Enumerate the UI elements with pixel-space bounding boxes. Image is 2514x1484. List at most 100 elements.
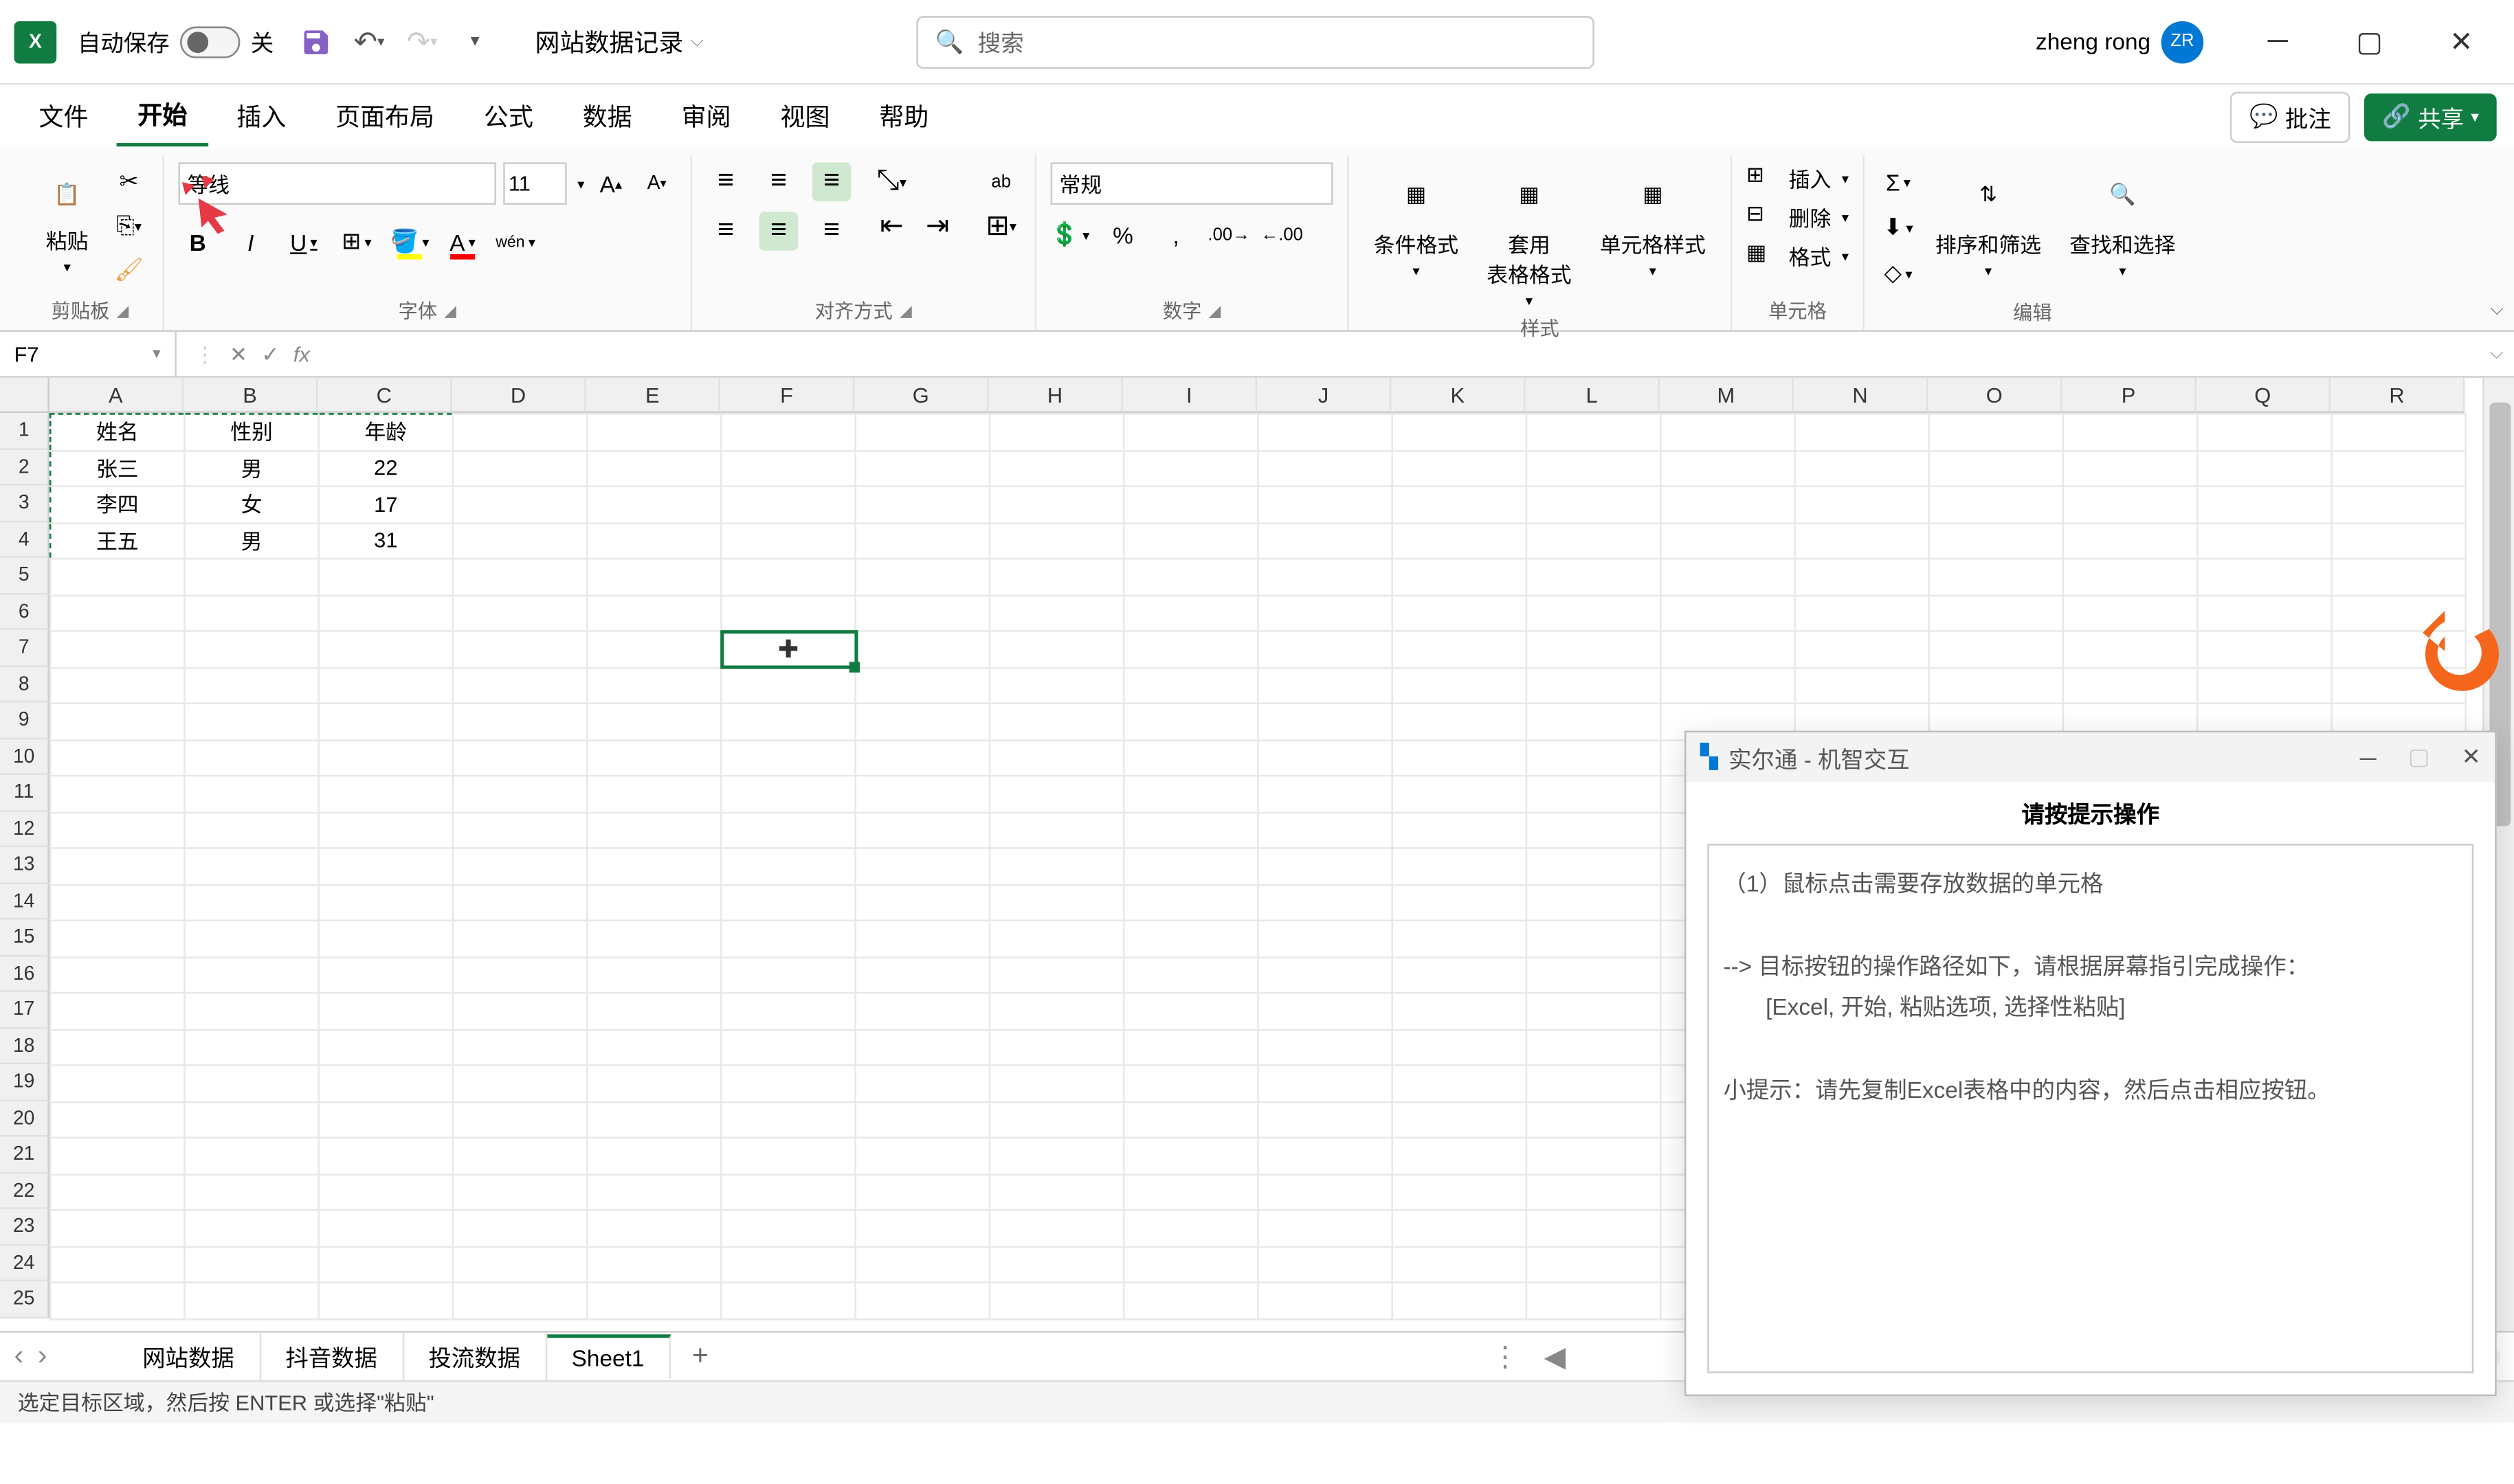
cell[interactable]: [1124, 1138, 1258, 1174]
cell[interactable]: [1526, 1246, 1660, 1283]
cell[interactable]: [1124, 1101, 1258, 1138]
cell[interactable]: [1392, 667, 1526, 704]
cell[interactable]: [856, 776, 990, 812]
minimize-button[interactable]: ─: [2239, 15, 2317, 68]
cell[interactable]: [1392, 1246, 1526, 1283]
cell[interactable]: [453, 1246, 587, 1283]
cell[interactable]: [1124, 1173, 1258, 1210]
cell[interactable]: [2197, 522, 2331, 559]
row-header[interactable]: 16: [0, 956, 49, 992]
cell[interactable]: [1929, 414, 2063, 450]
cell[interactable]: [1392, 486, 1526, 523]
close-button[interactable]: ✕: [2462, 743, 2481, 772]
cell[interactable]: [453, 1138, 587, 1174]
cell[interactable]: [1526, 704, 1660, 740]
cell[interactable]: [453, 1210, 587, 1246]
cell[interactable]: [1392, 704, 1526, 740]
cell[interactable]: [1124, 595, 1258, 631]
cell[interactable]: [2063, 414, 2197, 450]
column-header[interactable]: Q: [2196, 378, 2331, 413]
cell[interactable]: [990, 921, 1124, 957]
font-size-select[interactable]: [503, 162, 566, 205]
cell[interactable]: [1392, 1101, 1526, 1138]
formula-input[interactable]: [327, 332, 2479, 376]
increase-indent-button[interactable]: ⇥: [918, 207, 957, 246]
cell[interactable]: [1392, 956, 1526, 993]
cell[interactable]: [184, 1065, 318, 1101]
dialog-launcher-icon[interactable]: ◢: [444, 301, 456, 320]
cell[interactable]: [1526, 884, 1660, 921]
cell[interactable]: [453, 848, 587, 884]
cell[interactable]: [1258, 559, 1392, 595]
row-headers[interactable]: 1234567891011121314151617181920212223242…: [0, 413, 49, 1331]
find-select-button[interactable]: 🔍 查找和选择 ▾: [2059, 162, 2186, 279]
cell[interactable]: [587, 921, 721, 957]
cell[interactable]: [990, 1065, 1124, 1101]
cell[interactable]: [990, 486, 1124, 523]
cell[interactable]: [587, 776, 721, 812]
cell[interactable]: [990, 884, 1124, 921]
cell[interactable]: [990, 414, 1124, 450]
cell[interactable]: [990, 1282, 1124, 1318]
cell[interactable]: 年龄: [319, 414, 453, 450]
cell[interactable]: [587, 1210, 721, 1246]
cell[interactable]: [1392, 1173, 1526, 1210]
cell[interactable]: [990, 776, 1124, 812]
column-header[interactable]: K: [1391, 378, 1525, 413]
cell[interactable]: [587, 522, 721, 559]
cell[interactable]: [184, 739, 318, 776]
cell[interactable]: [1258, 1101, 1392, 1138]
cell[interactable]: [721, 1282, 855, 1318]
font-color-button[interactable]: A▾: [443, 223, 482, 262]
cell[interactable]: [721, 956, 855, 993]
cell[interactable]: 女: [184, 486, 318, 523]
bold-button[interactable]: B: [178, 223, 217, 262]
sheet-tab-1[interactable]: 抖音数据: [260, 1333, 403, 1380]
cell[interactable]: [1526, 414, 1660, 450]
cell[interactable]: [1124, 956, 1258, 993]
cell[interactable]: [1526, 956, 1660, 993]
row-header[interactable]: 10: [0, 739, 49, 775]
cell[interactable]: [50, 1065, 184, 1101]
cell[interactable]: [50, 884, 184, 921]
column-header[interactable]: G: [854, 378, 988, 413]
cell[interactable]: [1794, 631, 1928, 667]
cell[interactable]: [990, 704, 1124, 740]
decrease-indent-button[interactable]: ⇤: [872, 207, 911, 246]
cell[interactable]: [1258, 631, 1392, 667]
cell[interactable]: [1258, 776, 1392, 812]
cell[interactable]: [1794, 414, 1928, 450]
cell[interactable]: [2197, 631, 2331, 667]
column-header[interactable]: C: [318, 378, 452, 413]
cell[interactable]: [1660, 522, 1794, 559]
cell[interactable]: [184, 559, 318, 595]
format-cells-button[interactable]: ▦格式 ▾: [1746, 240, 1849, 271]
column-header[interactable]: P: [2062, 378, 2196, 413]
cell[interactable]: [990, 1138, 1124, 1174]
cell[interactable]: [184, 921, 318, 957]
cell[interactable]: [990, 667, 1124, 704]
minimize-button[interactable]: ─: [2360, 744, 2377, 771]
conditional-format-button[interactable]: ▦ 条件格式 ▾: [1363, 162, 1469, 279]
cell[interactable]: [1124, 1210, 1258, 1246]
cell[interactable]: [1124, 667, 1258, 704]
cell[interactable]: [721, 921, 855, 957]
cell[interactable]: [1124, 1282, 1258, 1318]
cell[interactable]: [1929, 559, 2063, 595]
accept-formula-button[interactable]: ✓: [261, 341, 279, 366]
cell[interactable]: [1124, 812, 1258, 848]
cell[interactable]: [1258, 812, 1392, 848]
row-header[interactable]: 1: [0, 413, 49, 449]
cell[interactable]: [319, 812, 453, 848]
cell[interactable]: [184, 1173, 318, 1210]
cell[interactable]: [721, 1101, 855, 1138]
cell[interactable]: [1526, 522, 1660, 559]
cell[interactable]: [2331, 631, 2465, 667]
column-header[interactable]: E: [586, 378, 720, 413]
cell[interactable]: [453, 414, 587, 450]
insert-cells-button[interactable]: ⊞插入 ▾: [1746, 162, 1849, 194]
cell[interactable]: [587, 993, 721, 1029]
tab-view[interactable]: 视图: [759, 88, 852, 144]
cell[interactable]: [319, 739, 453, 776]
cell[interactable]: [2063, 486, 2197, 523]
